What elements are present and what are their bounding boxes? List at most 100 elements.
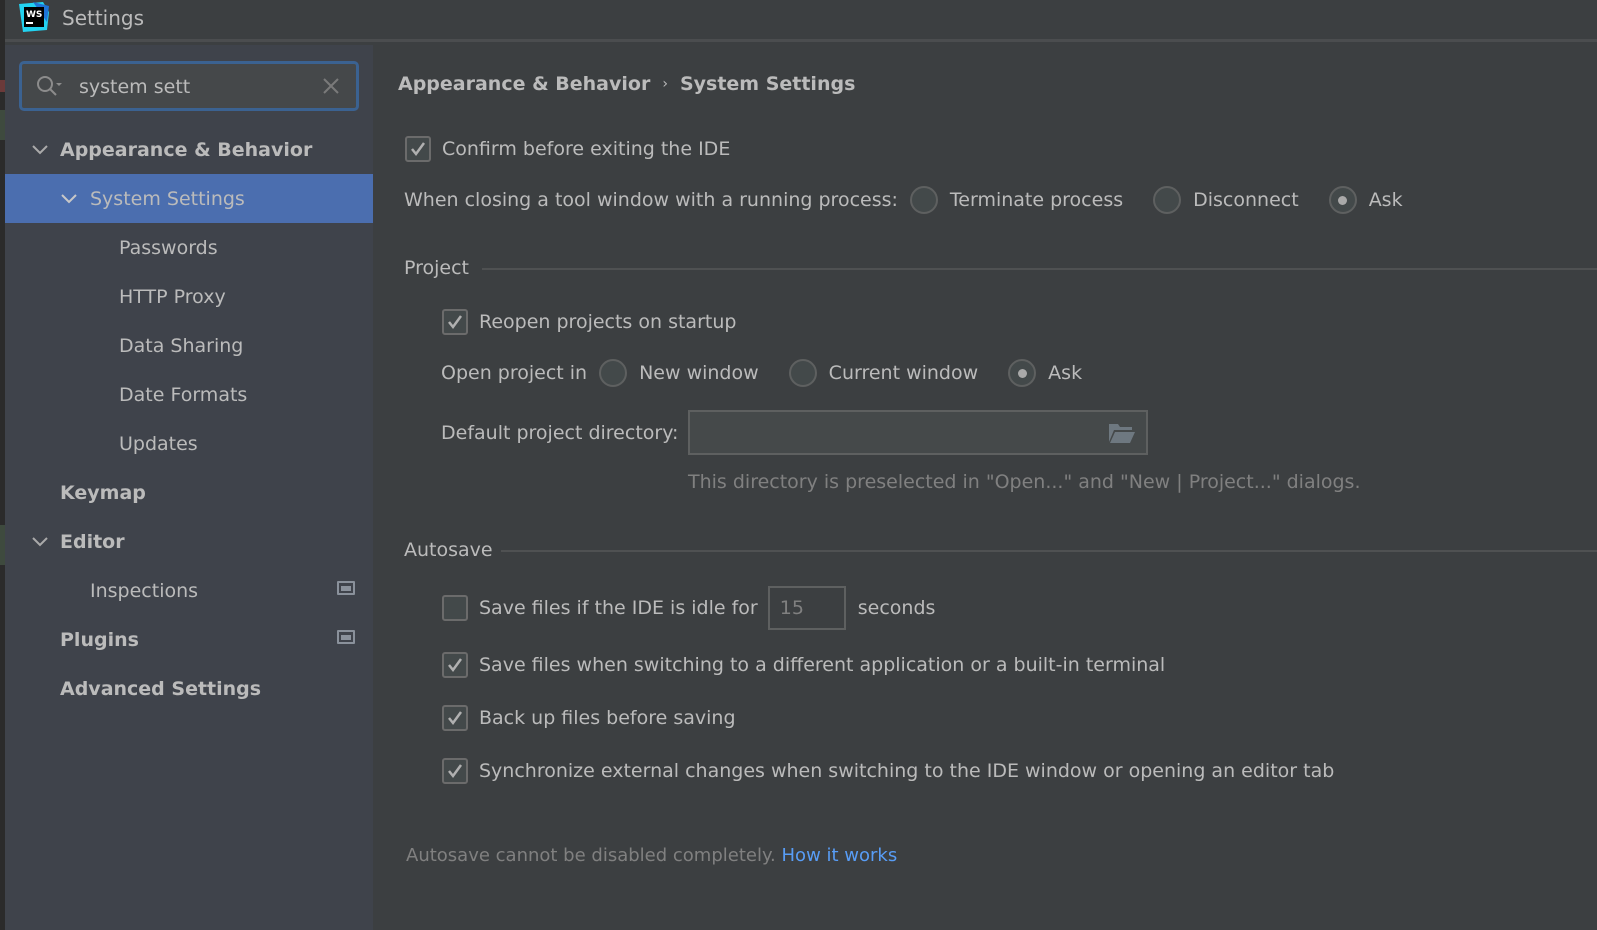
how-it-works-link[interactable]: How it works — [782, 845, 898, 866]
confirm-exit-checkbox[interactable] — [405, 136, 431, 162]
sidebar-item-label: Keymap — [60, 481, 146, 504]
autosave-note: Autosave cannot be disabled completely. … — [406, 845, 897, 866]
confirm-exit-option[interactable]: Confirm before exiting the IDE — [405, 136, 730, 162]
radio-current-window[interactable]: Current window — [788, 359, 979, 387]
radio-label: Disconnect — [1193, 189, 1299, 211]
save-on-switch-checkbox[interactable] — [442, 652, 468, 678]
sidebar-item-updates[interactable]: Updates — [5, 419, 373, 468]
sidebar-item-label: Inspections — [90, 579, 199, 602]
sync-external-checkbox[interactable] — [442, 758, 468, 784]
checkmark-icon — [448, 315, 463, 330]
radio-new-window[interactable]: New window — [599, 359, 759, 387]
radio-button-selected[interactable] — [1008, 359, 1037, 387]
radio-disconnect[interactable]: Disconnect — [1153, 186, 1299, 214]
search-icon[interactable] — [34, 74, 64, 100]
save-on-switch-option[interactable]: Save files when switching to a different… — [442, 652, 1165, 678]
sidebar-item-keymap[interactable]: Keymap — [5, 468, 373, 517]
chevron-down-icon[interactable] — [60, 193, 78, 205]
closing-tool-window-group: When closing a tool window with a runnin… — [404, 186, 1433, 214]
sidebar-item-label: Editor — [60, 530, 125, 553]
sidebar-item-label: Advanced Settings — [60, 677, 262, 700]
project-scope-icon — [337, 630, 355, 644]
autosave-section-title: Autosave — [404, 539, 493, 561]
default-dir-hint: This directory is preselected in "Open..… — [688, 471, 1361, 493]
sync-external-option[interactable]: Synchronize external changes when switch… — [442, 758, 1334, 784]
sidebar-item-label: Passwords — [119, 236, 218, 259]
radio-ask[interactable]: Ask — [1328, 186, 1403, 214]
idle-seconds-input[interactable] — [767, 586, 846, 630]
svg-text:WS: WS — [26, 10, 42, 20]
sync-external-label: Synchronize external changes when switch… — [479, 760, 1335, 782]
open-project-in-label: Open project in — [441, 362, 588, 384]
reopen-projects-label: Reopen projects on startup — [479, 311, 737, 333]
radio-button[interactable] — [1153, 186, 1182, 214]
radio-label: Current window — [828, 362, 979, 384]
chevron-down-icon[interactable] — [31, 536, 49, 548]
sidebar-item-label: System Settings — [90, 187, 245, 210]
save-on-switch-label: Save files when switching to a different… — [479, 654, 1166, 676]
checkmark-icon — [411, 142, 426, 157]
open-project-in-group: Open project in New window Current windo… — [441, 359, 1112, 387]
project-section-title: Project — [404, 257, 470, 279]
backup-label: Back up files before saving — [479, 707, 736, 729]
radio-label: Ask — [1048, 362, 1083, 384]
section-divider — [482, 268, 1597, 270]
autosave-note-text: Autosave cannot be disabled completely. — [406, 845, 776, 866]
sidebar-item-label: Updates — [119, 432, 198, 455]
sidebar-item-label: HTTP Proxy — [119, 285, 226, 308]
radio-label: New window — [639, 362, 759, 384]
sidebar-item-plugins[interactable]: Plugins — [5, 615, 373, 664]
sidebar-item-passwords[interactable]: Passwords — [5, 223, 373, 272]
radio-label: Ask — [1368, 189, 1403, 211]
settings-content: Appearance & Behavior › System Settings … — [373, 45, 1597, 930]
save-idle-checkbox[interactable] — [442, 595, 468, 621]
sidebar-item-editor[interactable]: Editor — [5, 517, 373, 566]
radio-button[interactable] — [909, 186, 938, 214]
sidebar-item-system-settings[interactable]: System Settings — [5, 174, 373, 223]
backup-option[interactable]: Back up files before saving — [442, 705, 736, 731]
radio-terminate-process[interactable]: Terminate process — [909, 186, 1124, 214]
sidebar-item-http-proxy[interactable]: HTTP Proxy — [5, 272, 373, 321]
search-input[interactable] — [79, 73, 309, 101]
webstorm-logo-icon: WS — [19, 2, 49, 32]
sidebar-item-label: Data Sharing — [119, 334, 244, 357]
sidebar-item-inspections[interactable]: Inspections — [5, 566, 373, 615]
default-dir-label: Default project directory: — [441, 422, 679, 444]
radio-label: Terminate process — [949, 189, 1124, 211]
chevron-down-icon[interactable] — [31, 144, 49, 156]
backup-checkbox[interactable] — [442, 705, 468, 731]
confirm-exit-label: Confirm before exiting the IDE — [442, 138, 731, 160]
project-scope-icon — [337, 581, 355, 595]
browse-folder-icon[interactable] — [1108, 421, 1136, 445]
breadcrumb-parent[interactable]: Appearance & Behavior — [398, 73, 650, 95]
default-project-directory-field[interactable] — [688, 410, 1148, 455]
title-bar: WS Settings — [5, 0, 1597, 42]
breadcrumb: Appearance & Behavior › System Settings — [398, 73, 855, 95]
sidebar-item-label: Plugins — [60, 628, 139, 651]
sidebar-item-appearance-behavior[interactable]: Appearance & Behavior — [5, 125, 373, 174]
save-idle-option: Save files if the IDE is idle for second… — [442, 586, 935, 630]
settings-sidebar: Appearance & Behavior System Settings Pa… — [5, 45, 373, 930]
sidebar-item-label: Appearance & Behavior — [60, 138, 313, 161]
breadcrumb-current: System Settings — [679, 73, 856, 95]
reopen-projects-option[interactable]: Reopen projects on startup — [442, 309, 736, 335]
clear-search-icon[interactable] — [320, 75, 342, 97]
sidebar-item-label: Date Formats — [119, 383, 248, 406]
breadcrumb-separator: › — [662, 76, 668, 92]
checkmark-icon — [448, 658, 463, 673]
radio-button-selected[interactable] — [1328, 186, 1357, 214]
radio-ask[interactable]: Ask — [1008, 359, 1082, 387]
reopen-projects-checkbox[interactable] — [442, 309, 468, 335]
sidebar-item-data-sharing[interactable]: Data Sharing — [5, 321, 373, 370]
checkmark-icon — [448, 764, 463, 779]
checkmark-icon — [448, 711, 463, 726]
sidebar-item-date-formats[interactable]: Date Formats — [5, 370, 373, 419]
radio-button[interactable] — [599, 359, 628, 387]
sidebar-item-advanced-settings[interactable]: Advanced Settings — [5, 664, 373, 713]
closing-tool-window-label: When closing a tool window with a runnin… — [404, 189, 898, 211]
window-title: Settings — [62, 6, 145, 30]
save-idle-label: Save files if the IDE is idle for — [479, 597, 758, 619]
section-divider — [501, 550, 1597, 552]
radio-button[interactable] — [788, 359, 817, 387]
search-box[interactable] — [19, 61, 359, 111]
